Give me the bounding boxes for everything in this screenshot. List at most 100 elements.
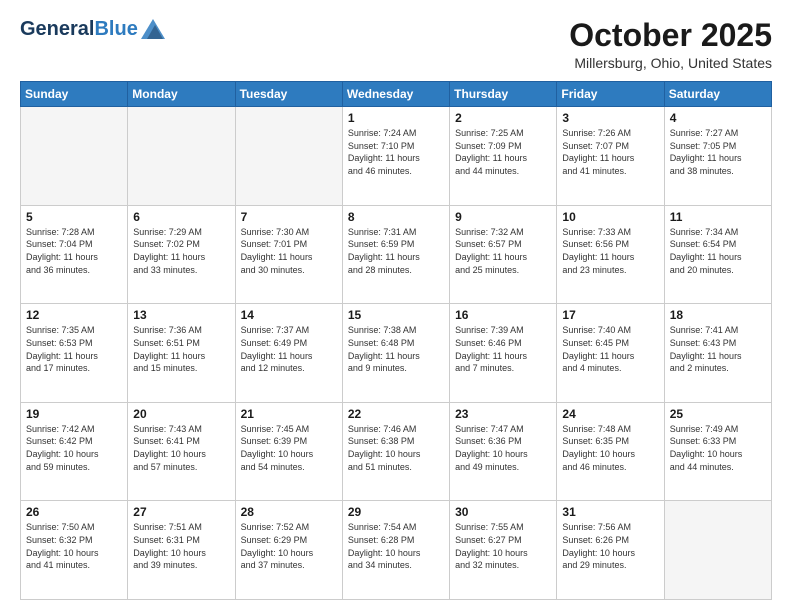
week-row-1: 1 Sunrise: 7:24 AM Sunset: 7:10 PM Daylig… [21,107,772,206]
day-info: Sunrise: 7:33 AM Sunset: 6:56 PM Dayligh… [562,226,658,276]
day-info: Sunrise: 7:28 AM Sunset: 7:04 PM Dayligh… [26,226,122,276]
calendar-cell: 18 Sunrise: 7:41 AM Sunset: 6:43 PM Dayli… [664,304,771,403]
calendar-cell: 24 Sunrise: 7:48 AM Sunset: 6:35 PM Dayli… [557,402,664,501]
calendar-cell: 14 Sunrise: 7:37 AM Sunset: 6:49 PM Dayli… [235,304,342,403]
calendar-cell: 29Sunrise: 7:54 AM Sunset: 6:28 PM Dayli… [342,501,449,600]
calendar-cell: 19 Sunrise: 7:42 AM Sunset: 6:42 PM Dayli… [21,402,128,501]
day-info: Sunrise: 7:31 AM Sunset: 6:59 PM Dayligh… [348,226,444,276]
calendar-cell: 23 Sunrise: 7:47 AM Sunset: 6:36 PM Dayli… [450,402,557,501]
day-header-sunday: Sunday [21,82,128,107]
day-number: 6 [133,210,229,224]
day-number: 21 [241,407,337,421]
day-info: Sunrise: 7:38 AM Sunset: 6:48 PM Dayligh… [348,324,444,374]
day-number: 16 [455,308,551,322]
day-number: 22 [348,407,444,421]
day-header-thursday: Thursday [450,82,557,107]
calendar-cell: 26 Sunrise: 7:50 AM Sunset: 6:32 PM Dayli… [21,501,128,600]
calendar-cell: 20Sunrise: 7:43 AM Sunset: 6:41 PM Dayli… [128,402,235,501]
day-number: 7 [241,210,337,224]
day-header-saturday: Saturday [664,82,771,107]
day-number: 24 [562,407,658,421]
day-info: Sunrise: 7:36 AM Sunset: 6:51 PM Dayligh… [133,324,229,374]
location: Millersburg, Ohio, United States [569,55,772,71]
day-header-wednesday: Wednesday [342,82,449,107]
calendar-cell: 15 Sunrise: 7:38 AM Sunset: 6:48 PM Dayli… [342,304,449,403]
day-info: Sunrise: 7:47 AM Sunset: 6:36 PM Dayligh… [455,423,551,473]
week-row-4: 19 Sunrise: 7:42 AM Sunset: 6:42 PM Dayli… [21,402,772,501]
day-number: 13 [133,308,229,322]
calendar-cell [128,107,235,206]
calendar-cell: 10 Sunrise: 7:33 AM Sunset: 6:56 PM Dayli… [557,205,664,304]
day-number: 20 [133,407,229,421]
day-header-friday: Friday [557,82,664,107]
day-info: Sunrise: 7:40 AM Sunset: 6:45 PM Dayligh… [562,324,658,374]
day-number: 2 [455,111,551,125]
day-number: 15 [348,308,444,322]
page: GeneralBlue October 2025 Millersburg, Oh… [0,0,792,612]
calendar-cell: 28Sunrise: 7:52 AM Sunset: 6:29 PM Dayli… [235,501,342,600]
day-number: 9 [455,210,551,224]
calendar-cell: 27Sunrise: 7:51 AM Sunset: 6:31 PM Dayli… [128,501,235,600]
calendar-header-row: SundayMondayTuesdayWednesdayThursdayFrid… [21,82,772,107]
title-block: October 2025 Millersburg, Ohio, United S… [569,18,772,71]
calendar-cell [664,501,771,600]
calendar-cell: 11 Sunrise: 7:34 AM Sunset: 6:54 PM Dayli… [664,205,771,304]
day-header-tuesday: Tuesday [235,82,342,107]
day-info: Sunrise: 7:30 AM Sunset: 7:01 PM Dayligh… [241,226,337,276]
calendar-cell: 25 Sunrise: 7:49 AM Sunset: 6:33 PM Dayli… [664,402,771,501]
day-info: Sunrise: 7:50 AM Sunset: 6:32 PM Dayligh… [26,521,122,571]
day-info: Sunrise: 7:52 AM Sunset: 6:29 PM Dayligh… [241,521,337,571]
day-info: Sunrise: 7:55 AM Sunset: 6:27 PM Dayligh… [455,521,551,571]
calendar-cell: 17 Sunrise: 7:40 AM Sunset: 6:45 PM Dayli… [557,304,664,403]
calendar-cell: 5Sunrise: 7:28 AM Sunset: 7:04 PM Daylig… [21,205,128,304]
day-number: 12 [26,308,122,322]
day-info: Sunrise: 7:46 AM Sunset: 6:38 PM Dayligh… [348,423,444,473]
day-number: 30 [455,505,551,519]
calendar-cell: 7 Sunrise: 7:30 AM Sunset: 7:01 PM Daylig… [235,205,342,304]
calendar-cell: 4 Sunrise: 7:27 AM Sunset: 7:05 PM Daylig… [664,107,771,206]
day-number: 4 [670,111,766,125]
month-title: October 2025 [569,18,772,53]
day-number: 1 [348,111,444,125]
week-row-5: 26 Sunrise: 7:50 AM Sunset: 6:32 PM Dayli… [21,501,772,600]
day-number: 8 [348,210,444,224]
day-info: Sunrise: 7:37 AM Sunset: 6:49 PM Dayligh… [241,324,337,374]
day-info: Sunrise: 7:41 AM Sunset: 6:43 PM Dayligh… [670,324,766,374]
day-number: 11 [670,210,766,224]
day-number: 14 [241,308,337,322]
calendar-cell: 21 Sunrise: 7:45 AM Sunset: 6:39 PM Dayli… [235,402,342,501]
day-info: Sunrise: 7:51 AM Sunset: 6:31 PM Dayligh… [133,521,229,571]
day-number: 23 [455,407,551,421]
logo-icon [141,19,165,39]
day-info: Sunrise: 7:34 AM Sunset: 6:54 PM Dayligh… [670,226,766,276]
day-info: Sunrise: 7:49 AM Sunset: 6:33 PM Dayligh… [670,423,766,473]
day-number: 10 [562,210,658,224]
day-number: 26 [26,505,122,519]
day-info: Sunrise: 7:54 AM Sunset: 6:28 PM Dayligh… [348,521,444,571]
day-number: 25 [670,407,766,421]
day-number: 19 [26,407,122,421]
day-info: Sunrise: 7:26 AM Sunset: 7:07 PM Dayligh… [562,127,658,177]
day-number: 17 [562,308,658,322]
week-row-3: 12Sunrise: 7:35 AM Sunset: 6:53 PM Dayli… [21,304,772,403]
calendar-cell: 9 Sunrise: 7:32 AM Sunset: 6:57 PM Daylig… [450,205,557,304]
day-number: 31 [562,505,658,519]
day-info: Sunrise: 7:56 AM Sunset: 6:26 PM Dayligh… [562,521,658,571]
logo: GeneralBlue [20,18,165,41]
calendar-cell: 30 Sunrise: 7:55 AM Sunset: 6:27 PM Dayli… [450,501,557,600]
calendar-cell: 16 Sunrise: 7:39 AM Sunset: 6:46 PM Dayli… [450,304,557,403]
calendar-cell: 31 Sunrise: 7:56 AM Sunset: 6:26 PM Dayli… [557,501,664,600]
day-info: Sunrise: 7:24 AM Sunset: 7:10 PM Dayligh… [348,127,444,177]
day-info: Sunrise: 7:32 AM Sunset: 6:57 PM Dayligh… [455,226,551,276]
calendar-cell: 12Sunrise: 7:35 AM Sunset: 6:53 PM Dayli… [21,304,128,403]
day-info: Sunrise: 7:39 AM Sunset: 6:46 PM Dayligh… [455,324,551,374]
day-info: Sunrise: 7:29 AM Sunset: 7:02 PM Dayligh… [133,226,229,276]
day-info: Sunrise: 7:27 AM Sunset: 7:05 PM Dayligh… [670,127,766,177]
calendar-cell: 2 Sunrise: 7:25 AM Sunset: 7:09 PM Daylig… [450,107,557,206]
day-info: Sunrise: 7:45 AM Sunset: 6:39 PM Dayligh… [241,423,337,473]
day-info: Sunrise: 7:25 AM Sunset: 7:09 PM Dayligh… [455,127,551,177]
day-info: Sunrise: 7:42 AM Sunset: 6:42 PM Dayligh… [26,423,122,473]
day-info: Sunrise: 7:48 AM Sunset: 6:35 PM Dayligh… [562,423,658,473]
day-number: 18 [670,308,766,322]
calendar-cell: 13 Sunrise: 7:36 AM Sunset: 6:51 PM Dayli… [128,304,235,403]
